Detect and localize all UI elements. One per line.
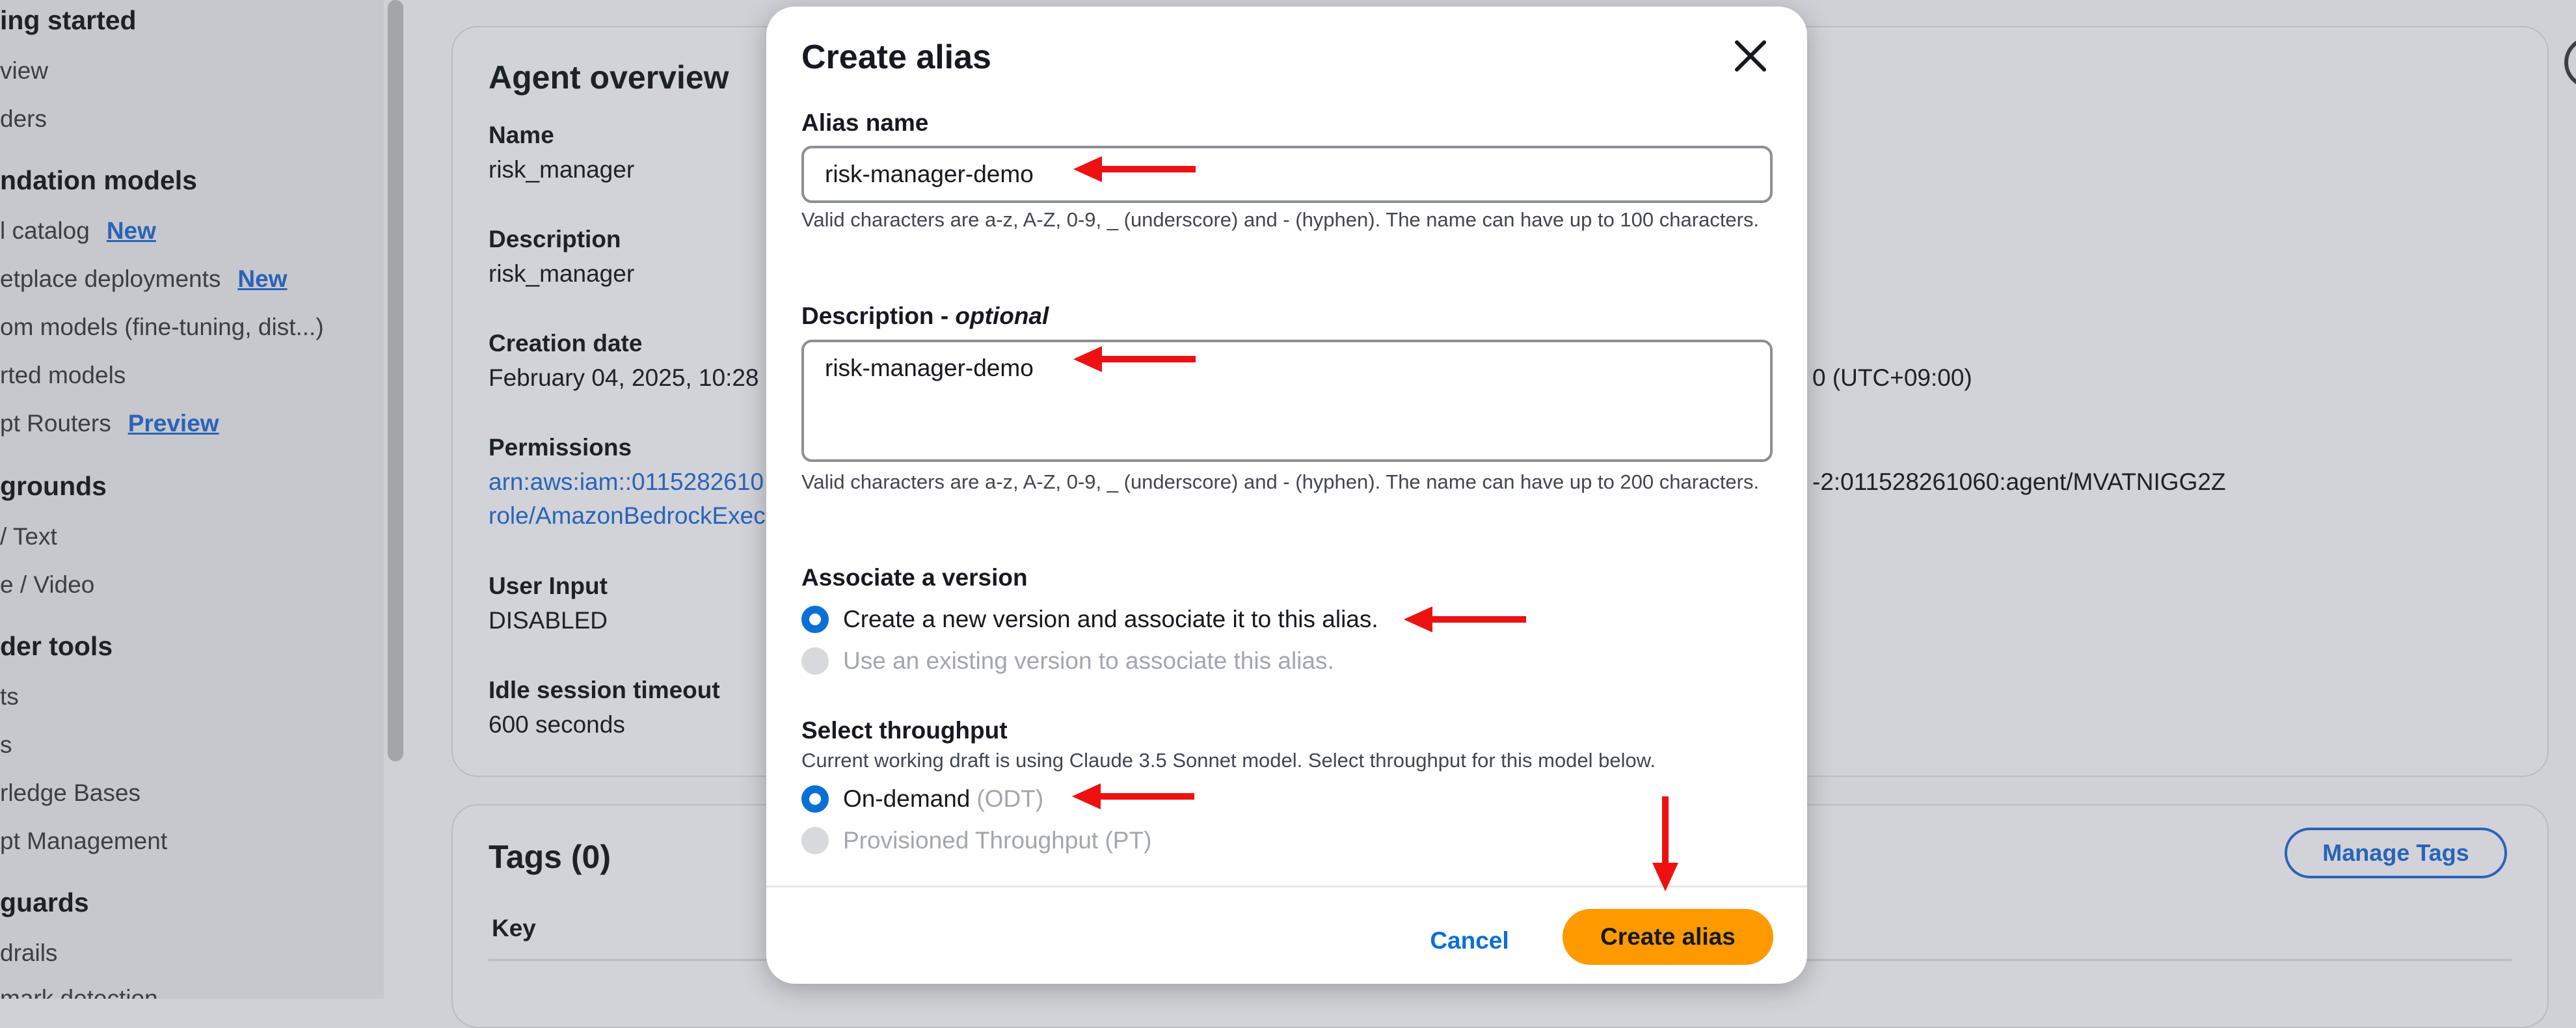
description-label: Description — [489, 226, 621, 252]
user-input-label: User Input — [489, 573, 608, 599]
alias-name-input[interactable] — [801, 146, 1773, 203]
tags-title: Tags (0) — [489, 839, 611, 875]
radio-disabled-icon[interactable] — [801, 827, 829, 854]
dialog-title: Create alias — [801, 38, 991, 76]
radio-on-demand[interactable]: On-demand (ODT) — [801, 783, 1043, 815]
preview-badge: Preview — [127, 410, 219, 437]
description-textarea[interactable]: risk-manager-demo — [801, 340, 1773, 462]
manage-tags-button[interactable]: Manage Tags — [2285, 828, 2507, 878]
sidebar-item-model-catalog[interactable]: l catalog New — [0, 217, 156, 245]
radio-disabled-icon[interactable] — [801, 647, 829, 675]
idle-timeout-value: 600 seconds — [489, 711, 625, 738]
close-icon[interactable] — [1730, 36, 1771, 76]
sidebar-item-providers[interactable]: ders — [0, 105, 47, 133]
sidebar: ing started view ders ndation models l c… — [0, 0, 384, 999]
sidebar-heading-getting-started: ing started — [0, 5, 137, 35]
sidebar-heading-foundation-models: ndation models — [0, 165, 197, 195]
creation-date-value: February 04, 2025, 10:28 — [489, 364, 759, 391]
sidebar-item-custom-models[interactable]: om models (fine-tuning, dist...) — [0, 314, 324, 341]
annotation-arrow-left-icon — [1404, 606, 1526, 632]
radio-selected-icon[interactable] — [801, 606, 829, 633]
user-input-value: DISABLED — [489, 607, 608, 634]
sidebar-item-image-video[interactable]: e / Video — [0, 571, 94, 599]
radio-selected-icon[interactable] — [801, 785, 829, 813]
radio-label: Provisioned Throughput (PT) — [843, 827, 1152, 854]
sidebar-item-guardrails[interactable]: drails — [0, 940, 57, 967]
sidebar-heading-safeguards: guards — [0, 887, 89, 917]
optional-label: optional — [955, 303, 1049, 329]
permissions-label: Permissions — [489, 434, 632, 461]
idle-timeout-label: Idle session timeout — [489, 677, 720, 703]
associate-version-label: Associate a version — [801, 564, 1028, 591]
annotation-arrow-down-icon — [1652, 796, 1678, 891]
radio-suffix: (ODT) — [976, 785, 1044, 812]
sidebar-item-prompt-routers[interactable]: pt Routers Preview — [0, 410, 219, 437]
sidebar-scrollbar[interactable] — [388, 0, 403, 761]
select-throughput-label: Select throughput — [801, 717, 1008, 744]
tags-key-header: Key — [492, 915, 536, 941]
new-badge: New — [237, 265, 288, 292]
sidebar-heading-playgrounds: grounds — [0, 471, 107, 501]
radio-provisioned-throughput[interactable]: Provisioned Throughput (PT) — [801, 824, 1151, 857]
sidebar-heading-builder-tools: der tools — [0, 631, 113, 661]
sidebar-item-knowledge-bases[interactable]: rledge Bases — [0, 779, 141, 807]
alias-name-label: Alias name — [801, 109, 929, 136]
sidebar-item-label: pt Routers — [0, 410, 111, 437]
description-field-label-text: Description - — [801, 303, 956, 329]
description-help: Valid characters are a-z, A-Z, 0-9, _ (u… — [801, 470, 1760, 493]
sidebar-item-agents[interactable]: ts — [0, 683, 19, 710]
sidebar-item-marketplace-deployments[interactable]: etplace deployments New — [0, 265, 287, 293]
last-updated-value: 0 (UTC+09:00) — [1812, 364, 1972, 391]
radio-label: Create a new version and associate it to… — [843, 606, 1378, 632]
sidebar-item-prompt-management[interactable]: pt Management — [0, 828, 167, 855]
create-alias-button[interactable]: Create alias — [1563, 909, 1773, 965]
creation-date-label: Creation date — [489, 330, 643, 357]
description-field-label: Description - optional — [801, 303, 1049, 330]
description-value: risk_manager — [489, 260, 635, 287]
permissions-role-link-continued[interactable]: role/AmazonBedrockExec — [489, 502, 766, 530]
sidebar-item-chat-text[interactable]: / Text — [0, 523, 57, 550]
radio-create-new-version[interactable]: Create a new version and associate it to… — [801, 603, 1378, 636]
cancel-button[interactable]: Cancel — [1419, 915, 1520, 967]
agent-arn-value: -2:011528261060:agent/MVATNIGG2Z — [1812, 468, 2226, 495]
radio-label: Use an existing version to associate thi… — [843, 647, 1334, 674]
sidebar-item-watermark-detection[interactable]: mark detection — [0, 985, 158, 999]
new-badge: New — [106, 217, 156, 244]
permissions-role-link[interactable]: arn:aws:iam::0115282610 — [489, 468, 764, 496]
sidebar-item-label: l catalog — [0, 217, 90, 244]
alias-name-help: Valid characters are a-z, A-Z, 0-9, _ (u… — [801, 208, 1760, 231]
sidebar-item-overview[interactable]: view — [0, 57, 48, 85]
annotation-arrow-left-icon — [1072, 783, 1194, 809]
annotation-arrow-left-icon — [1073, 156, 1196, 182]
name-label: Name — [489, 122, 554, 148]
name-value: risk_manager — [489, 156, 635, 183]
sidebar-item-imported-models[interactable]: rted models — [0, 362, 126, 389]
throughput-help: Current working draft is using Claude 3.… — [801, 749, 1656, 772]
radio-use-existing-version[interactable]: Use an existing version to associate thi… — [801, 645, 1334, 677]
annotation-arrow-left-icon — [1073, 346, 1196, 372]
sidebar-item-label: etplace deployments — [0, 265, 221, 292]
sidebar-item-flows[interactable]: s — [0, 731, 12, 759]
radio-label: On-demand — [843, 785, 971, 812]
agent-overview-title: Agent overview — [489, 59, 729, 96]
